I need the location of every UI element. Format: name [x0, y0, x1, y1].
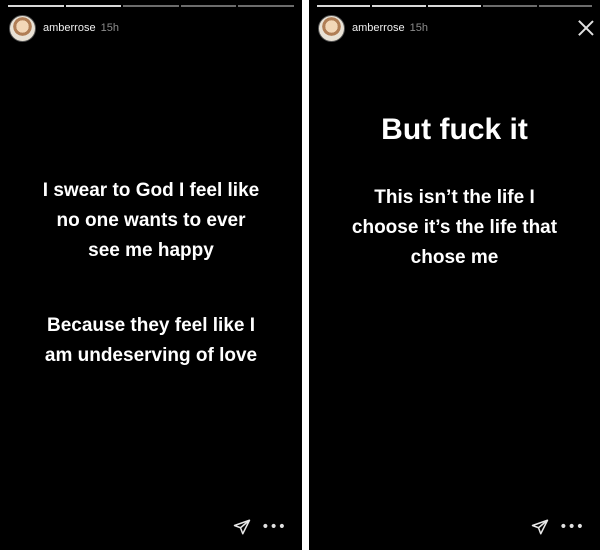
close-icon[interactable] [578, 20, 594, 36]
post-time: 15h [409, 22, 428, 34]
progress-segment [180, 5, 237, 7]
post-time: 15h [100, 22, 119, 34]
story-footer: ••• [233, 518, 286, 536]
more-icon[interactable]: ••• [559, 520, 584, 534]
story-header: amberrose 15h [318, 14, 594, 42]
avatar[interactable] [318, 14, 345, 42]
story-progress-bar [8, 5, 294, 7]
story-text-line: I swear to God I feel like no one wants … [42, 180, 260, 261]
avatar[interactable] [9, 14, 36, 42]
username[interactable]: amberrose [43, 22, 96, 34]
progress-segment [123, 5, 179, 7]
story-header: amberrose 15h [9, 14, 296, 42]
progress-segment [372, 5, 426, 7]
more-icon[interactable]: ••• [261, 520, 286, 534]
progress-segment [317, 5, 371, 7]
username[interactable]: amberrose [352, 22, 405, 34]
progress-segment [483, 5, 537, 7]
send-icon[interactable] [233, 518, 251, 536]
story-heading: But fuck it [381, 113, 528, 146]
progress-segment [238, 5, 294, 7]
story-footer: ••• [531, 518, 584, 536]
progress-segment [8, 5, 64, 7]
send-icon[interactable] [531, 518, 549, 536]
story-panel-left[interactable]: amberrose 15h I swear to God I feel like… [0, 0, 302, 550]
progress-segment [538, 5, 593, 7]
progress-segment [65, 5, 122, 7]
story-text-line: Because they feel like I am undeserving … [44, 315, 258, 366]
story-progress-bar [317, 5, 593, 7]
progress-segment [427, 5, 482, 7]
story-text-line: This isn’t the life I choose it’s the li… [351, 187, 558, 268]
story-panel-right[interactable]: amberrose 15h But fuck it This isn’t the… [309, 0, 600, 550]
